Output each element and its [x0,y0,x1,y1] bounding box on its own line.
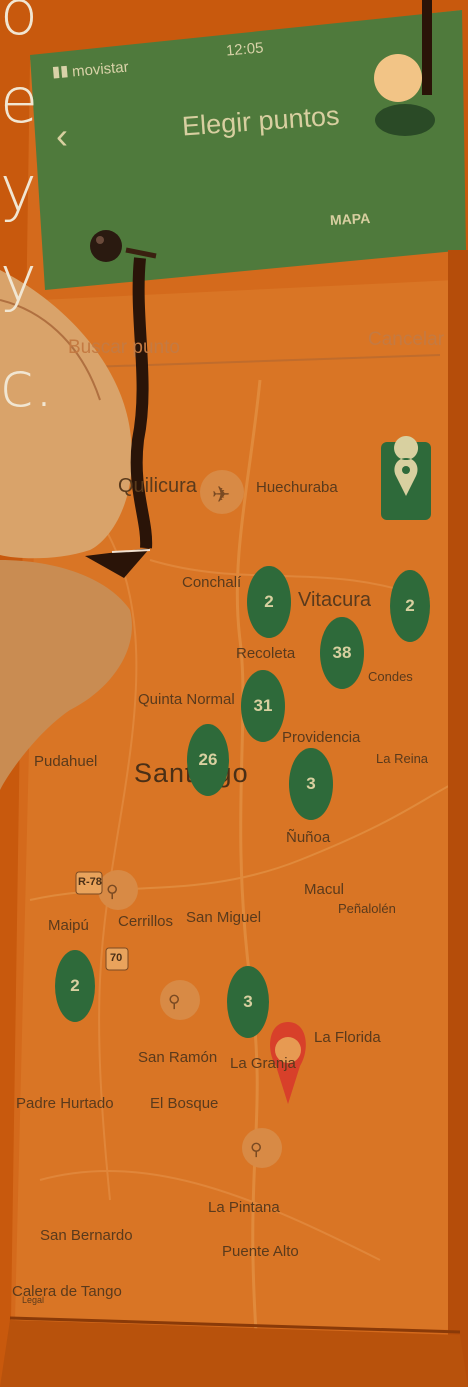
place-label: Huechuraba [256,479,338,496]
place-label: Condes [368,669,413,684]
svg-text:⚲: ⚲ [168,992,180,1012]
ball [374,54,422,102]
place-label: Vitacura [298,589,372,611]
bg-text-fragment-5: c. [0,348,54,421]
signal-icon: ▮▮ [51,62,70,81]
place-label: San Bernardo [40,1227,133,1244]
bg-text-fragment-2: e [0,64,39,137]
place-label: La Granja [230,1055,296,1072]
place-label: San Miguel [186,909,262,926]
map-cluster[interactable]: 38 [320,617,364,689]
bg-text-fragment-4: y [0,242,37,315]
svg-text:⚲: ⚲ [250,1140,262,1160]
map-cluster[interactable]: 26 [187,724,229,796]
bg-text-fragment-1: o [0,0,38,49]
svg-text:✈: ✈ [212,483,230,508]
status-time: 12:05 [225,39,265,60]
bg-text-fragment-3: y [0,152,37,225]
place-label: Cerrillos [118,913,174,930]
place-label: San Ramón [138,1049,218,1066]
legal-link[interactable]: Legal [22,1296,44,1305]
pin-head [90,230,122,262]
search-input[interactable]: Buscar punto [68,338,180,357]
map-cluster[interactable]: 3 [227,966,269,1038]
road-badge: 70 [110,952,123,964]
place-label: Quinta Normal [138,691,235,708]
place-label: Puente Alto [222,1243,299,1260]
place-label: Providencia [282,729,361,746]
place-label: El Bosque [150,1095,219,1112]
map-cluster[interactable]: 2 [55,950,95,1022]
place-label: Peñalolén [338,901,396,916]
place-label: Maipú [48,917,89,934]
place-label: Quilicura [118,475,197,497]
svg-text:⚲: ⚲ [106,882,118,902]
place-label: La Reina [376,751,429,766]
place-label: Macul [304,881,345,898]
road-badge: R-78 [78,876,102,888]
map-cluster[interactable]: 2 [390,570,430,642]
place-label: Pudahuel [34,753,98,770]
place-label: Conchalí [182,574,242,591]
tab-mapa[interactable]: MAPA [330,210,371,228]
place-label: Padre Hurtado [16,1095,114,1112]
place-label: La Florida [314,1029,381,1046]
cancel-button[interactable]: Cancelar [368,330,444,349]
place-label: La Pintana [208,1199,280,1216]
thread [130,257,153,549]
map-cluster[interactable]: 2 [247,566,291,638]
place-label: Recoleta [236,645,296,662]
map-cluster[interactable]: 31 [241,670,285,742]
back-chevron-icon[interactable]: ‹ [56,118,68,154]
map-cluster[interactable]: 3 [289,748,333,820]
place-label: Ñuñoa [286,829,331,846]
